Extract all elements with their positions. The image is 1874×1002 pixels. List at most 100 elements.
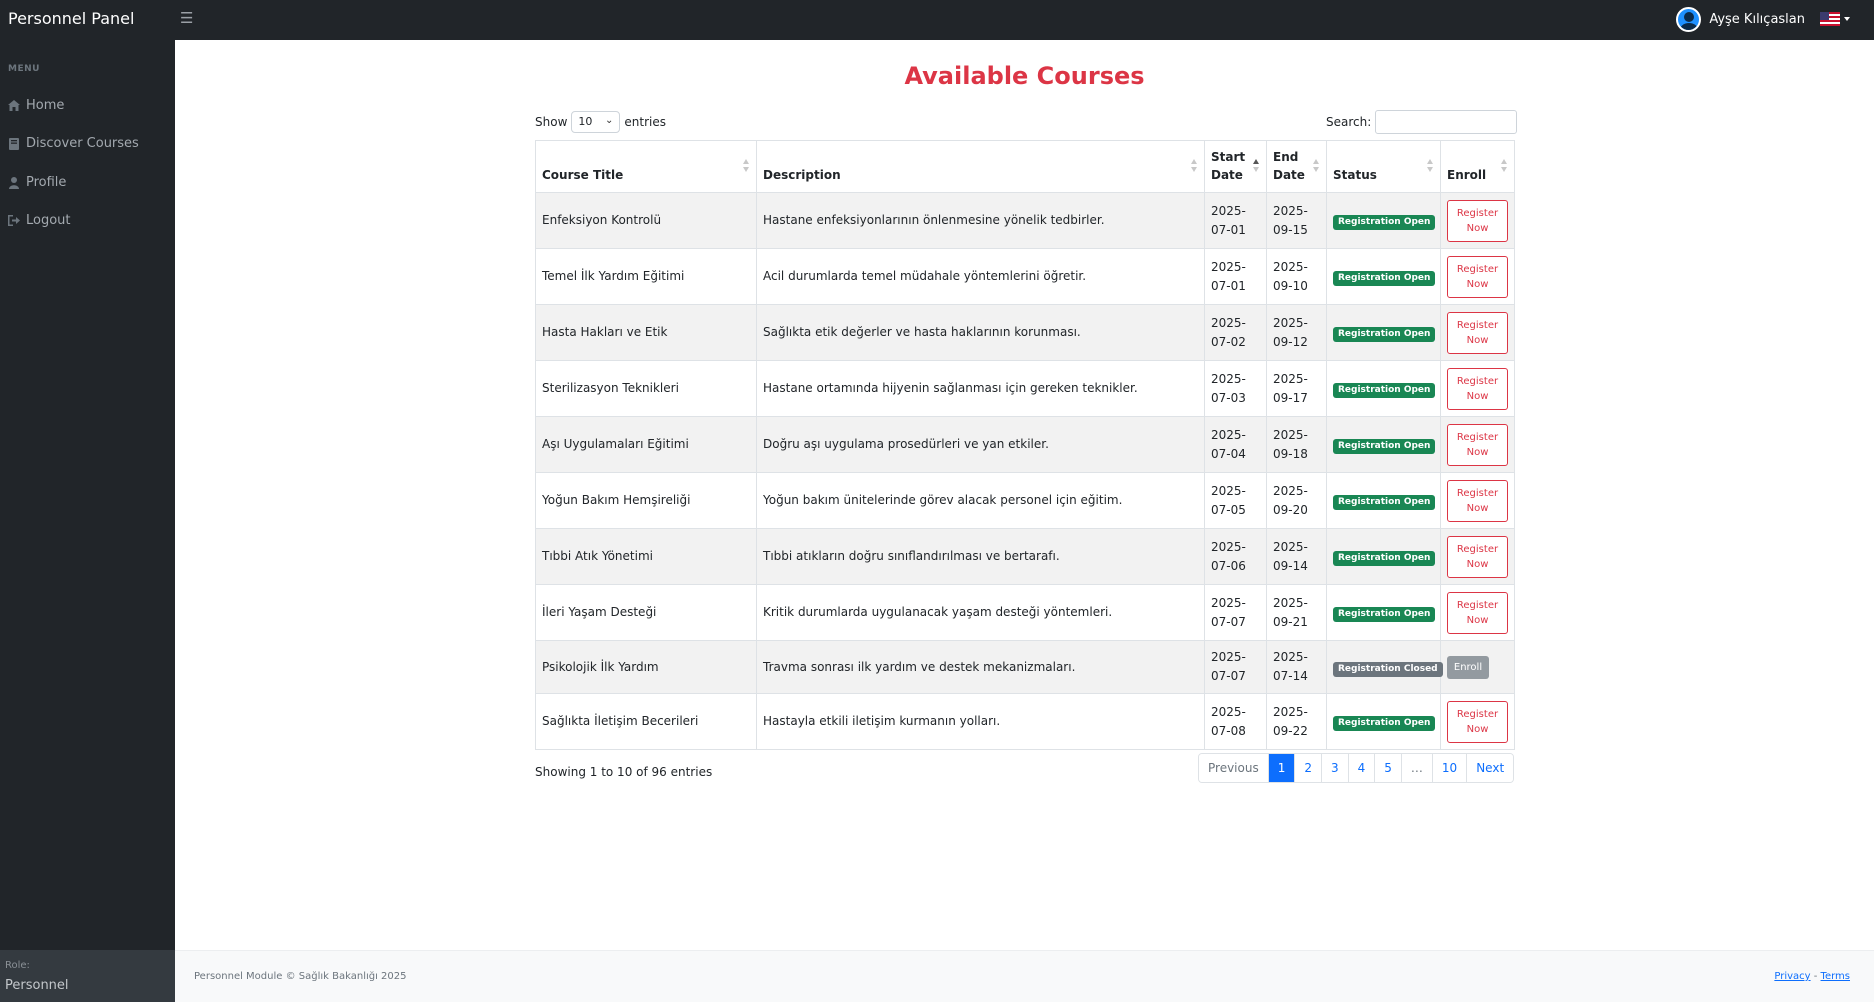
- end-date: 2025-09-20: [1266, 472, 1327, 529]
- course-title: Sterilizasyon Teknikleri: [535, 360, 757, 417]
- sidebar-item-profile[interactable]: Profile: [8, 175, 66, 190]
- status-badge: Registration Open: [1333, 215, 1436, 230]
- course-title: Aşı Uygulamaları Eğitimi: [535, 416, 757, 473]
- entries-label: entries: [624, 115, 666, 129]
- register-now-button[interactable]: Register Now: [1447, 591, 1508, 634]
- brand-title[interactable]: Personnel Panel: [8, 9, 134, 28]
- course-description: Travma sonrası ilk yardım ve destek meka…: [756, 640, 1205, 694]
- course-description: Acil durumlarda temel müdahale yöntemler…: [756, 248, 1205, 305]
- table-info: Showing 1 to 10 of 96 entries: [535, 765, 713, 779]
- column-header-course-title[interactable]: Course Title: [535, 140, 757, 193]
- register-now-button[interactable]: Register Now: [1447, 311, 1508, 354]
- course-description: Hastayla etkili iletişim kurmanın yollar…: [756, 693, 1205, 750]
- register-now-button[interactable]: Register Now: [1447, 700, 1508, 743]
- top-navbar: Personnel Panel ☰ Ayşe Kılıçaslan: [0, 0, 1874, 40]
- status-cell: Registration Closed: [1326, 640, 1443, 694]
- terms-link[interactable]: Terms: [1821, 971, 1850, 982]
- column-header-enroll[interactable]: Enroll: [1440, 140, 1515, 193]
- course-description: Tıbbi atıkların doğru sınıflandırılması …: [756, 528, 1205, 585]
- start-date: 2025-07-04: [1204, 416, 1267, 473]
- search-control: Search:: [1326, 110, 1518, 134]
- language-selector[interactable]: [1820, 12, 1850, 26]
- course-title: İleri Yaşam Desteği: [535, 584, 757, 641]
- user-name: Ayşe Kılıçaslan: [1709, 12, 1805, 27]
- status-cell: Registration Open: [1326, 472, 1441, 529]
- status-cell: Registration Open: [1326, 584, 1441, 641]
- menu-heading: MENU: [8, 64, 40, 74]
- sidebar-item-logout[interactable]: Logout: [8, 213, 71, 228]
- start-date: 2025-07-01: [1204, 192, 1267, 249]
- pagination-next[interactable]: Next: [1467, 754, 1514, 782]
- sort-icon: [743, 159, 750, 173]
- pagination-previous[interactable]: Previous: [1199, 754, 1269, 782]
- pagination-page-3[interactable]: 3: [1322, 754, 1349, 782]
- column-header-description[interactable]: Description: [756, 140, 1205, 193]
- logout-icon: [8, 215, 20, 227]
- sidebar-item-label: Logout: [26, 213, 71, 228]
- menu-toggle-icon[interactable]: ☰: [180, 9, 193, 27]
- status-cell: Registration Open: [1326, 416, 1441, 473]
- start-date: 2025-07-06: [1204, 528, 1267, 585]
- status-badge: Registration Open: [1333, 495, 1436, 510]
- page-length-control: Show 10 ⌄ entries: [535, 111, 666, 133]
- pagination-page-10[interactable]: 10: [1432, 754, 1468, 782]
- register-now-button[interactable]: Register Now: [1447, 535, 1508, 578]
- end-date: 2025-09-18: [1266, 416, 1327, 473]
- register-now-button[interactable]: Register Now: [1447, 255, 1508, 298]
- course-title: Hasta Hakları ve Etik: [535, 304, 757, 361]
- table-row: Temel İlk Yardım Eğitimi Acil durumlarda…: [535, 248, 1515, 305]
- start-date: 2025-07-07: [1204, 640, 1267, 694]
- enroll-button-disabled: Enroll: [1447, 655, 1489, 679]
- chevron-down-icon: ⌄: [605, 115, 614, 126]
- status-badge: Registration Open: [1333, 327, 1436, 342]
- register-now-button[interactable]: Register Now: [1447, 367, 1508, 410]
- course-title: Sağlıkta İletişim Becerileri: [535, 693, 757, 750]
- end-date: 2025-09-14: [1266, 528, 1327, 585]
- course-title: Enfeksiyon Kontrolü: [535, 192, 757, 249]
- show-label: Show: [535, 115, 568, 129]
- sidebar-item-label: Discover Courses: [26, 136, 139, 151]
- sidebar-item-home[interactable]: Home: [8, 98, 64, 113]
- role-value: Personnel: [5, 978, 69, 993]
- enroll-cell: Register Now: [1440, 304, 1515, 361]
- enroll-cell: Register Now: [1440, 416, 1515, 473]
- pagination-page-4[interactable]: 4: [1348, 754, 1376, 782]
- column-header-end-date[interactable]: End Date: [1266, 140, 1327, 193]
- course-description: Kritik durumlarda uygulanacak yaşam dest…: [756, 584, 1205, 641]
- status-badge: Registration Open: [1333, 716, 1436, 731]
- start-date: 2025-07-01: [1204, 248, 1267, 305]
- pagination-page-2[interactable]: 2: [1295, 754, 1322, 782]
- enroll-cell: Enroll: [1440, 640, 1515, 694]
- end-date: 2025-09-22: [1266, 693, 1327, 750]
- search-input[interactable]: [1375, 110, 1518, 134]
- courses-table: Course Title Description Start Date End …: [535, 140, 1515, 750]
- avatar-icon: [1676, 7, 1702, 32]
- register-now-button[interactable]: Register Now: [1447, 199, 1508, 242]
- start-date: 2025-07-02: [1204, 304, 1267, 361]
- table-header-row: Course Title Description Start Date End …: [535, 140, 1515, 193]
- home-icon: [8, 100, 20, 112]
- status-badge: Registration Open: [1333, 271, 1436, 286]
- page-length-select[interactable]: 10 ⌄: [571, 111, 621, 133]
- course-description: Sağlıkta etik değerler ve hasta hakların…: [756, 304, 1205, 361]
- user-menu[interactable]: Ayşe Kılıçaslan: [1676, 6, 1805, 33]
- sidebar-item-label: Home: [26, 98, 65, 113]
- pagination-page-5[interactable]: 5: [1375, 754, 1402, 782]
- sort-icon: [1313, 159, 1320, 173]
- status-cell: Registration Open: [1326, 248, 1441, 305]
- column-header-status[interactable]: Status: [1326, 140, 1441, 193]
- start-date: 2025-07-03: [1204, 360, 1267, 417]
- pagination: Previous 1 2 3 4 5 … 10 Next: [1198, 753, 1515, 783]
- start-date: 2025-07-08: [1204, 693, 1267, 750]
- start-date: 2025-07-05: [1204, 472, 1267, 529]
- privacy-link[interactable]: Privacy: [1774, 971, 1810, 982]
- column-header-start-date[interactable]: Start Date: [1204, 140, 1267, 193]
- sort-icon: [1427, 159, 1434, 173]
- register-now-button[interactable]: Register Now: [1447, 479, 1508, 522]
- sidebar-item-discover-courses[interactable]: Discover Courses: [8, 136, 139, 151]
- status-badge: Registration Open: [1333, 607, 1436, 622]
- table-row: Psikolojik İlk Yardım Travma sonrası ilk…: [535, 640, 1515, 694]
- register-now-button[interactable]: Register Now: [1447, 423, 1508, 466]
- pagination-page-1[interactable]: 1: [1268, 754, 1296, 782]
- start-date: 2025-07-07: [1204, 584, 1267, 641]
